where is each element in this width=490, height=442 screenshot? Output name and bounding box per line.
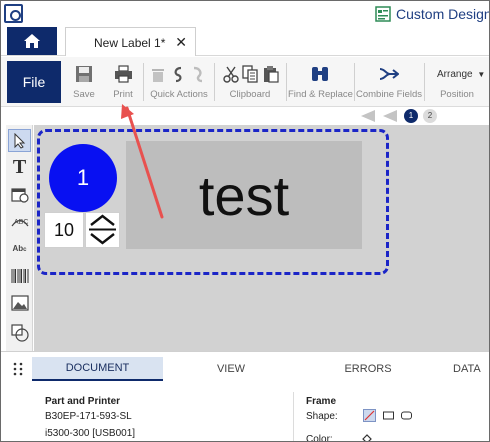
- label-design-area[interactable]: 1 test 10: [37, 129, 389, 275]
- close-tab-icon[interactable]: ✕: [175, 34, 187, 51]
- text-object[interactable]: test: [126, 141, 362, 249]
- arrange-label: Arrange: [437, 69, 473, 80]
- delete-icon[interactable]: [150, 66, 166, 83]
- part-number: B30EP-171-593-SL: [45, 411, 132, 422]
- ribbon-separator: [214, 63, 215, 101]
- image-tool[interactable]: [8, 291, 31, 314]
- page-1-button[interactable]: 1: [404, 109, 418, 123]
- document-tab[interactable]: New Label 1* ✕: [65, 27, 196, 56]
- app-window: Custom Designe New Label 1* ✕ File Save: [0, 0, 490, 442]
- tab-data[interactable]: DATA: [453, 357, 489, 381]
- home-icon: [24, 34, 40, 48]
- save-label: Save: [73, 89, 95, 100]
- image-icon: [10, 294, 29, 311]
- ribbon-separator: [354, 63, 355, 101]
- copy-icon[interactable]: [242, 65, 258, 83]
- page-2-button[interactable]: 2: [423, 109, 437, 123]
- designer-app-icon: [375, 6, 391, 22]
- ribbon-separator: [286, 63, 287, 101]
- combine-fields-button[interactable]: Combine Fields: [356, 61, 422, 103]
- barcode-icon: [11, 268, 28, 283]
- quick-actions-label: Quick Actions: [150, 89, 208, 100]
- chevron-down-icon: ▼: [477, 70, 486, 79]
- app-title: Custom Designe: [396, 6, 490, 22]
- panel-divider: [293, 392, 294, 441]
- cut-icon[interactable]: [223, 66, 239, 83]
- tab-errors[interactable]: ERRORS: [313, 357, 423, 381]
- ribbon-separator: [143, 63, 144, 101]
- frame-title: Frame: [306, 396, 337, 407]
- position-label: Position: [440, 89, 474, 100]
- shape-label: Shape:: [306, 411, 338, 422]
- number-stepper[interactable]: [85, 212, 120, 248]
- printer-name: i5300-300 [USB001]: [45, 428, 136, 439]
- label-canvas[interactable]: 1 test 10: [34, 125, 489, 351]
- tab-view[interactable]: VIEW: [176, 357, 286, 381]
- paste-icon[interactable]: [263, 65, 279, 83]
- ribbon-separator: [424, 63, 425, 101]
- quick-actions-group: Quick Actions: [147, 61, 211, 103]
- shapes-icon: [10, 323, 29, 342]
- select-tool[interactable]: [8, 129, 31, 152]
- text-format-tool[interactable]: Abc: [8, 237, 31, 260]
- curved-text-icon: ABC: [11, 219, 28, 227]
- printer-icon: [115, 65, 132, 83]
- rounded-rectangle-shape-icon[interactable]: [401, 411, 412, 420]
- calendar-icon: [10, 188, 29, 203]
- previous-page-icon[interactable]: [383, 110, 397, 122]
- stepper-icon: [89, 214, 116, 245]
- position-group: Arrange ▼ Position: [426, 61, 488, 103]
- find-replace-button[interactable]: Find & Replace: [288, 61, 353, 103]
- find-replace-label: Find & Replace: [288, 89, 353, 100]
- binoculars-icon: [312, 67, 328, 81]
- drag-handle-icon[interactable]: [13, 362, 23, 376]
- svg-text:ABC: ABC: [14, 219, 28, 226]
- print-label: Print: [113, 89, 133, 100]
- clipboard-group: Clipboard: [217, 61, 283, 103]
- redo-icon[interactable]: [190, 66, 206, 83]
- clipboard-label: Clipboard: [229, 89, 271, 100]
- combine-arrow-icon: [379, 68, 399, 80]
- curved-text-tool[interactable]: ABC: [8, 210, 31, 233]
- ribbon-toolbar: File Save Print Quick Actions Clipboard …: [1, 57, 489, 107]
- undo-icon[interactable]: [171, 66, 185, 83]
- color-label: Color:: [306, 434, 333, 442]
- circle-object[interactable]: 1: [49, 144, 117, 212]
- part-printer-title: Part and Printer: [45, 396, 121, 407]
- file-button[interactable]: File: [7, 61, 61, 103]
- save-button[interactable]: Save: [67, 61, 101, 103]
- arrange-dropdown[interactable]: Arrange ▼: [437, 69, 485, 80]
- document-tab-label: New Label 1*: [94, 36, 166, 50]
- no-shape-icon[interactable]: [363, 409, 376, 422]
- combine-fields-label: Combine Fields: [356, 89, 422, 100]
- text-tool[interactable]: T: [8, 156, 31, 179]
- first-page-icon[interactable]: [361, 110, 375, 122]
- properties-panel: DOCUMENT VIEW ERRORS DATA Part and Print…: [1, 351, 489, 442]
- print-button[interactable]: Print: [105, 61, 141, 103]
- shape-tool[interactable]: [8, 321, 31, 344]
- barcode-tool[interactable]: [8, 264, 31, 287]
- object-toolbox: T ABC Abc: [6, 125, 33, 351]
- save-icon: [76, 66, 92, 82]
- rectangle-shape-icon[interactable]: [383, 411, 394, 420]
- tab-document[interactable]: DOCUMENT: [32, 357, 163, 381]
- text-icon: T: [12, 156, 27, 178]
- paint-bucket-icon[interactable]: [361, 433, 373, 442]
- home-button[interactable]: [7, 27, 57, 55]
- abc-format-icon: Abc: [12, 244, 27, 253]
- pointer-icon: [14, 132, 25, 149]
- app-logo-icon: [4, 4, 23, 23]
- number-field[interactable]: 10: [44, 212, 84, 248]
- date-time-tool[interactable]: [8, 183, 31, 206]
- tab-strip: New Label 1* ✕: [1, 27, 489, 56]
- title-bar: Custom Designe: [1, 1, 490, 27]
